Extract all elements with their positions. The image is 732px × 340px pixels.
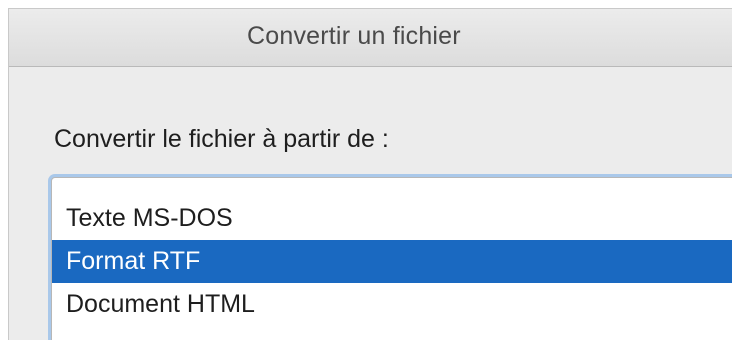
format-listbox[interactable]: Texte MS-DOS Format RTF Document HTML — [51, 177, 732, 340]
dialog-title: Convertir un fichier — [247, 22, 461, 50]
list-item-texte-ms-dos[interactable]: Texte MS-DOS — [52, 197, 732, 240]
list-item-format-rtf[interactable]: Format RTF — [52, 240, 732, 283]
list-item-document-html[interactable]: Document HTML — [52, 283, 732, 326]
convert-from-label: Convertir le fichier à partir de : — [54, 125, 389, 153]
dialog-titlebar[interactable]: Convertir un fichier — [9, 9, 732, 67]
convert-file-dialog: Convertir un fichier Convertir le fichie… — [8, 8, 732, 340]
